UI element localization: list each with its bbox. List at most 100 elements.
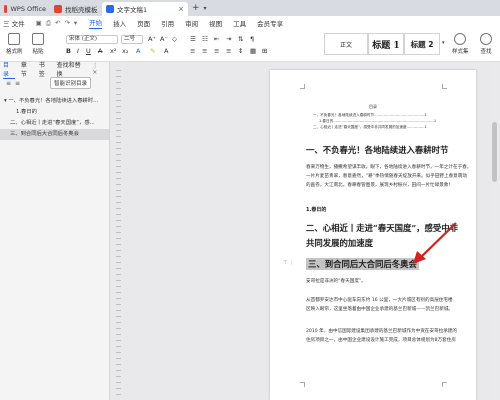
toc-line[interactable]: 一、不负春光！各地陆续进入春耕时节……………………………………1	[313, 113, 427, 118]
italic-icon[interactable]: I	[77, 47, 79, 55]
align-right-icon[interactable]: ≡	[214, 47, 219, 55]
close-tab-icon[interactable]: ×	[178, 5, 184, 13]
char-border-icon[interactable]: A	[164, 47, 168, 55]
menu-item-home[interactable]: 开始	[89, 17, 103, 29]
grow-font-icon[interactable]: A⁺	[148, 35, 156, 43]
paragraph-mark-icon[interactable]: ⊤ ⋮	[283, 260, 294, 266]
nav-toolbar: ≡ ≡ 智能识别目录	[0, 76, 109, 90]
tab-label: 文字文稿1	[117, 6, 148, 14]
show-marks-icon[interactable]: ¶	[250, 35, 254, 43]
menu-item-insert[interactable]: 插入	[113, 18, 126, 28]
toc-line[interactable]: 二、心相近丨走进“春天国度”，感受中非共同发展的加速度……………1	[313, 125, 427, 130]
scrollbar-thumb[interactable]	[492, 122, 497, 182]
nav-tabs: 目录 章节 书签 查找和替换 ⋮ ×	[0, 60, 109, 79]
subheading-one: 1.春日的	[306, 207, 327, 213]
styles-expand-icon[interactable]: ▾	[442, 40, 445, 46]
tab-template[interactable]: 找稻壳模板	[50, 2, 102, 16]
style-set-button[interactable]: 样式集	[452, 33, 469, 55]
pane-close-icon[interactable]: ⋮ ×	[92, 62, 105, 76]
smart-toc-button[interactable]: 智能识别目录	[50, 77, 92, 89]
font-size-select[interactable]: 二号	[121, 35, 143, 44]
underline-icon[interactable]: U	[86, 47, 91, 55]
subscript-icon[interactable]: x₂	[122, 47, 128, 55]
expand-icon[interactable]: ≡	[6, 80, 11, 87]
nav-tab-bookmarks[interactable]: 书签	[39, 60, 51, 78]
nav-tab-sections[interactable]: 章节	[21, 60, 33, 78]
paste-label: 粘贴	[32, 49, 44, 55]
outdent-icon[interactable]: ⇤	[214, 35, 219, 43]
heading-three[interactable]: 三、到合同后大合同后冬奥会	[306, 258, 419, 270]
indent-icon[interactable]: ⇥	[226, 35, 231, 43]
line-spacing-icon[interactable]: ↕	[238, 47, 243, 55]
numbering-icon[interactable]: ☷	[202, 35, 208, 43]
menu-item-view[interactable]: 视图	[209, 18, 222, 28]
menu-bar: 三 文件 ▣ ⎙ ↶ ↷ ▾ 开始 插入 页面 引用 审阅 视图 工具 会员专享	[0, 16, 500, 30]
tab-label: 找稻壳模板	[65, 6, 98, 14]
nav-tab-find-replace[interactable]: 查找和替换	[57, 60, 87, 78]
paragraph-one: 春来万物生，播撒希望谋丰收。眼下，各地陆续进入春耕时节，一年之计在于春， 一片片…	[306, 163, 472, 190]
toc-text: 一、不负春光！各地陆续进入春耕时...	[8, 98, 99, 104]
bullets-icon[interactable]: ☰	[190, 35, 196, 43]
wps-logo-icon	[4, 5, 8, 13]
toc-item-1[interactable]: ▾ 一、不负春光！各地陆续进入春耕时...	[0, 96, 109, 107]
tab-wps-office[interactable]: WPS Office	[0, 2, 50, 16]
paragraph-line: 的画卷，大江南北，春耕春管图景，展现乡村振兴，田间一片忙碌景象！	[306, 183, 454, 188]
paragraph-line: 区映入眼帘，这里坐落着由中国企业承建的基兰巴新城——凯兰巴新城。	[306, 307, 454, 312]
sort-icon[interactable]: ⇅	[238, 35, 243, 43]
justify-icon[interactable]: ≡	[226, 47, 231, 55]
save-icon[interactable]: ▣	[36, 19, 42, 28]
shading-icon[interactable]: ▦	[250, 47, 256, 55]
paragraph-line: 春来万物生，播撒希望谋丰收。眼下，各地陆续进入春耕时节，一年之计在于春，	[306, 165, 472, 170]
paragraph-line: 2010 年，由中信国际建设集团承建的基兰巴新城作为中资在安哥拉承建的	[306, 329, 457, 334]
quick-access: ▣ ⎙ ↶ ↷ ▾	[36, 19, 78, 28]
borders-icon[interactable]: ⊞	[262, 47, 267, 55]
new-tab-icon[interactable]: +	[192, 3, 200, 13]
margin-mark	[442, 382, 447, 387]
align-left-icon[interactable]: ≡	[190, 47, 195, 55]
undo-icon[interactable]: ↶	[55, 19, 60, 28]
font-name-select[interactable]: 宋体 (正文)	[66, 35, 118, 44]
toc-item-3[interactable]: 二、心相近丨走进“春天国度”，感...	[0, 118, 109, 129]
brush-icon	[8, 33, 21, 45]
toc-item-2[interactable]: 1.春日的	[0, 107, 109, 118]
toc-item-4[interactable]: 三、到合同后大合同后冬奥会	[0, 129, 109, 140]
format-painter-label: 格式刷	[6, 49, 23, 55]
menu-item-reference[interactable]: 引用	[161, 18, 174, 28]
style-heading1-button[interactable]: 标题 1	[368, 33, 404, 55]
vertical-scrollbar[interactable]	[490, 62, 500, 400]
align-center-icon[interactable]: ≡	[202, 47, 207, 55]
tab-document[interactable]: 文字文稿1 ×	[102, 2, 188, 16]
nav-tab-toc[interactable]: 目录	[3, 60, 15, 79]
menu-item-page[interactable]: 页面	[137, 18, 150, 28]
paragraph-line: 从首都罗安达市中心驱车向东约 16 公里，一大片城区有别的高层住宅楼	[306, 298, 453, 303]
menu-item-tools[interactable]: 工具	[233, 18, 246, 28]
find-button[interactable]: 查找	[480, 33, 492, 55]
find-icon	[480, 33, 492, 45]
bold-icon[interactable]: B	[66, 47, 71, 55]
paste-button[interactable]: 粘贴	[32, 33, 44, 55]
paragraph-line: 住房项目之一，由中国企业建设设计施工完成，项目总体规划为8万套住房	[306, 338, 456, 343]
collapse-icon[interactable]: ≡	[15, 80, 20, 87]
format-painter-button[interactable]: 格式刷	[6, 33, 23, 55]
print-icon[interactable]: ⎙	[46, 19, 51, 28]
highlight-icon[interactable]: ✎	[150, 47, 155, 55]
superscript-icon[interactable]: x²	[110, 47, 116, 55]
redo-icon[interactable]: ↷	[64, 19, 69, 28]
find-label: 查找	[480, 49, 492, 55]
tab-list-icon[interactable]: ▾	[204, 5, 207, 12]
toc-text: 二、心相近丨走进“春天国度”，感...	[10, 120, 95, 126]
margin-mark	[300, 382, 305, 387]
toc-text: 三、到合同后大合同后冬奥会	[10, 131, 79, 137]
clear-format-icon[interactable]: ◇	[172, 35, 177, 43]
style-heading2-button[interactable]: 标题 2	[404, 33, 440, 55]
shrink-font-icon[interactable]: A⁻	[160, 35, 168, 43]
dropdown-icon[interactable]: ▾	[74, 19, 77, 28]
menu-item-member[interactable]: 会员专享	[257, 18, 283, 28]
document-page[interactable]: 目录 一、不负春光！各地陆续进入春耕时节……………………………………1 1.春日…	[270, 70, 476, 400]
toc-line[interactable]: 1.春日的…………………………………………………………………………1	[319, 119, 436, 124]
menu-item-review[interactable]: 审阅	[185, 18, 198, 28]
style-body-button[interactable]: 正文	[324, 33, 368, 55]
font-color-icon[interactable]: A	[136, 47, 140, 55]
file-menu[interactable]: 三 文件	[3, 18, 25, 28]
strikethrough-icon[interactable]: A	[98, 47, 102, 55]
